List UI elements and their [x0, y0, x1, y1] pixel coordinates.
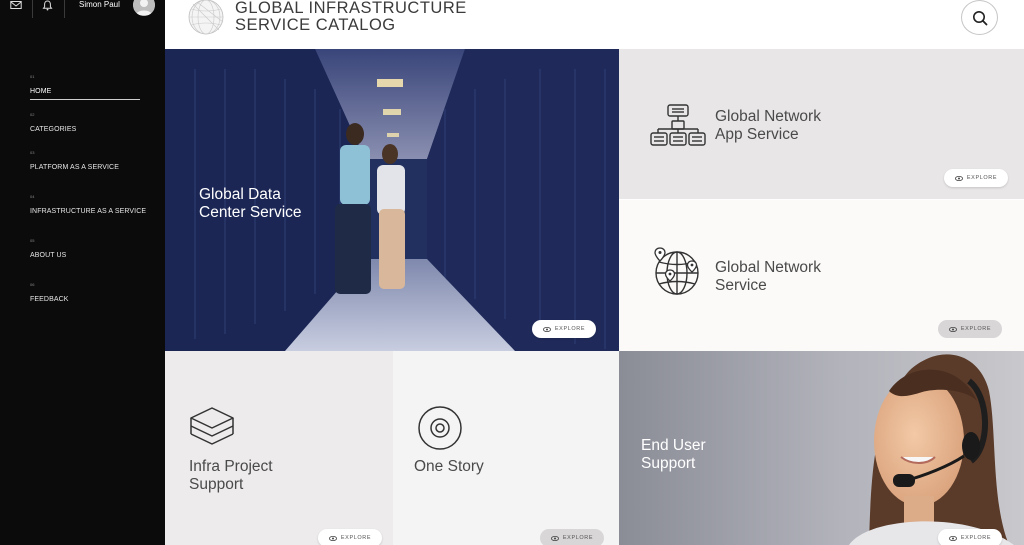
explore-button[interactable]: EXPLORE: [938, 320, 1002, 338]
eye-icon: [948, 326, 957, 332]
sidebar-item-number: 04: [30, 194, 35, 199]
sidebar-item-label: INFRASTRUCTURE AS A SERVICE: [30, 208, 147, 215]
page-title-line: SERVICE CATALOG: [235, 16, 396, 34]
active-underline: [30, 99, 140, 100]
explore-label: EXPLORE: [966, 175, 998, 181]
tile-title: Infra Project Support: [189, 458, 273, 494]
sidebar-item-number: 01: [30, 74, 35, 79]
eye-icon: [542, 326, 551, 332]
tile-title-line: Infra Project: [189, 458, 273, 475]
sidebar-item-home[interactable]: 01 HOME: [30, 74, 142, 98]
tile-title: Global Data Center Service: [199, 186, 302, 222]
tile-title-line: Support: [641, 455, 696, 472]
tile-data-center[interactable]: Global Data Center Service EXPLORE: [165, 49, 619, 351]
tile-title-line: Global Data: [199, 186, 281, 203]
explore-label: EXPLORE: [340, 535, 372, 541]
sidebar-item-about[interactable]: 05 ABOUT US: [30, 238, 142, 262]
globe-pin-icon: [654, 247, 699, 295]
tile-title-line: Global Network: [715, 259, 821, 276]
layers-icon: [190, 407, 234, 445]
explore-button[interactable]: EXPLORE: [540, 529, 604, 545]
sidebar-item-paas[interactable]: 03 PLATFORM AS A SERVICE: [30, 150, 142, 174]
search-button[interactable]: [961, 0, 998, 35]
tile-title: Global Network App Service: [715, 108, 821, 144]
explore-button[interactable]: EXPLORE: [532, 320, 596, 338]
explore-label: EXPLORE: [960, 326, 992, 332]
explore-label: EXPLORE: [562, 535, 594, 541]
tile-title-line: Service: [715, 277, 767, 294]
search-icon: [973, 11, 988, 26]
mail-icon[interactable]: [10, 0, 22, 10]
tile-network-app[interactable]: Global Network App Service EXPLORE: [619, 49, 1024, 199]
sidebar-item-label: FEEDBACK: [30, 296, 69, 303]
target-icon: [418, 406, 462, 450]
tile-end-user-support[interactable]: End User Support EXPLORE: [619, 351, 1024, 545]
eye-icon: [550, 535, 559, 541]
topbar-divider: [32, 0, 33, 18]
explore-label: EXPLORE: [960, 535, 992, 541]
explore-button[interactable]: EXPLORE: [318, 529, 382, 545]
eye-icon: [954, 175, 963, 181]
explore-button[interactable]: EXPLORE: [938, 529, 1002, 545]
sidebar-item-label: HOME: [30, 88, 52, 95]
globe-logo-icon: [188, 0, 224, 35]
tile-infra-project[interactable]: Infra Project Support EXPLORE: [165, 351, 393, 545]
user-name[interactable]: Simon Paul: [79, 0, 120, 9]
sidebar-item-label: PLATFORM AS A SERVICE: [30, 164, 119, 171]
tile-title-line: End User: [641, 437, 706, 454]
tile-network[interactable]: Global Network Service EXPLORE: [619, 200, 1024, 351]
page-title: GLOBAL INFRASTRUCTURE SERVICE CATALOG: [235, 0, 467, 34]
topbar-divider: [64, 0, 65, 18]
tile-title: One Story: [414, 458, 484, 476]
explore-button[interactable]: EXPLORE: [944, 169, 1008, 187]
tile-one-story[interactable]: One Story EXPLORE: [393, 351, 619, 545]
sidebar-topbar: Simon Paul: [0, 0, 165, 18]
app: Simon Paul 01 HOME 02 CATEGORIES 03 PLAT…: [0, 0, 1024, 545]
tile-title-line: Support: [189, 476, 244, 493]
explore-label: EXPLORE: [554, 326, 586, 332]
tile-title: Global Network Service: [715, 259, 821, 295]
sidebar-item-iaas[interactable]: 04 INFRASTRUCTURE AS A SERVICE: [30, 194, 146, 218]
sidebar-item-label: CATEGORIES: [30, 126, 77, 133]
sidebar-item-number: 05: [30, 238, 35, 243]
tile-title-line: App Service: [715, 126, 799, 143]
avatar[interactable]: [133, 0, 155, 16]
sidebar: Simon Paul 01 HOME 02 CATEGORIES 03 PLAT…: [0, 0, 165, 545]
sidebar-item-feedback[interactable]: 06 FEEDBACK: [30, 282, 142, 306]
sidebar-item-label: ABOUT US: [30, 252, 67, 259]
network-app-icon: [650, 104, 706, 146]
tile-title-line: Center Service: [199, 204, 302, 221]
sidebar-item-categories[interactable]: 02 CATEGORIES: [30, 112, 142, 136]
tile-title-line: Global Network: [715, 108, 821, 125]
sidebar-item-number: 02: [30, 112, 35, 117]
sidebar-item-number: 03: [30, 150, 35, 155]
page-title-line: GLOBAL INFRASTRUCTURE: [235, 0, 467, 17]
tile-title: End User Support: [641, 437, 706, 473]
eye-icon: [328, 535, 337, 541]
bell-icon[interactable]: [42, 0, 53, 11]
tile-title-line: One Story: [414, 458, 484, 475]
eye-icon: [948, 535, 957, 541]
page-header: GLOBAL INFRASTRUCTURE SERVICE CATALOG: [165, 0, 1024, 49]
sidebar-item-number: 06: [30, 282, 35, 287]
